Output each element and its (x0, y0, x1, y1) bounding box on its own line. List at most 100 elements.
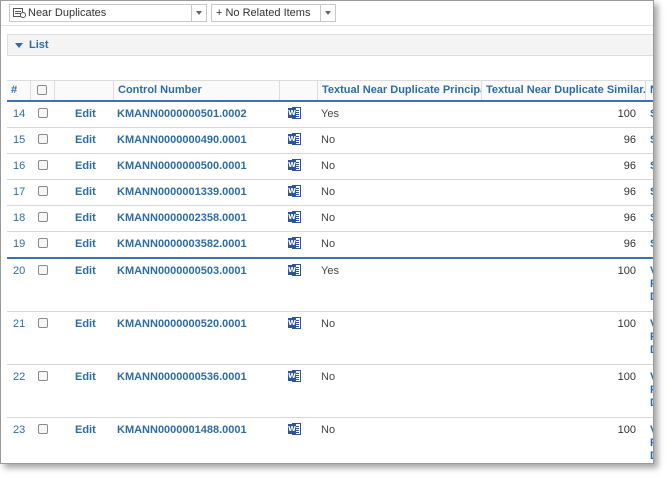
truncated-cell-fragment: D (650, 397, 653, 409)
row-checkbox[interactable] (38, 160, 48, 170)
control-number-link[interactable]: KMANN0000001488.0001 (117, 424, 247, 436)
edit-link[interactable]: Edit (75, 318, 96, 330)
column-header-more[interactable]: N (645, 81, 653, 100)
control-number-link[interactable]: KMANN0000000500.0001 (117, 160, 247, 172)
word-doc-icon[interactable]: W (288, 185, 301, 197)
similarity-value: 96 (623, 212, 636, 224)
word-doc-icon[interactable]: W (288, 264, 301, 276)
principal-value: No (321, 424, 336, 436)
truncated-cell[interactable]: S (650, 134, 653, 146)
view-select-value: Near Duplicates (28, 7, 107, 19)
chevron-down-icon[interactable] (191, 5, 206, 21)
truncated-cell-fragment: F (650, 278, 653, 290)
truncated-cell[interactable]: S (650, 212, 653, 224)
edit-link[interactable]: Edit (75, 212, 96, 224)
row-checkbox[interactable] (38, 108, 48, 118)
row-number: 21 (13, 318, 26, 330)
column-header-principal[interactable]: Textual Near Duplicate Principal (317, 81, 481, 100)
word-doc-icon[interactable]: W (288, 107, 301, 119)
table-row[interactable]: 15 Edit KMANN0000000490.0001 W No 96 S (7, 128, 653, 154)
edit-link[interactable]: Edit (75, 134, 96, 146)
row-checkbox[interactable] (38, 212, 48, 222)
table-row[interactable]: 23 Edit KMANN0000001488.0001 W No 100 VFD (7, 418, 653, 463)
column-header-file-icon (279, 81, 317, 100)
truncated-cell[interactable]: S (650, 160, 653, 172)
similarity-value: 100 (617, 424, 636, 436)
row-number: 19 (13, 238, 26, 250)
grid-header: # Control Number Textual Near Duplicate … (7, 80, 653, 102)
word-doc-icon[interactable]: W (288, 423, 301, 435)
word-doc-icon[interactable]: W (288, 159, 301, 171)
row-number: 17 (13, 186, 26, 198)
control-number-link[interactable]: KMANN0000000520.0001 (117, 318, 247, 330)
control-number-link[interactable]: KMANN0000000503.0001 (117, 265, 247, 277)
select-all-checkbox[interactable] (37, 85, 47, 95)
row-checkbox[interactable] (38, 371, 48, 381)
truncated-cell[interactable]: S (650, 238, 653, 250)
control-number-link[interactable]: KMANN0000001339.0001 (117, 186, 247, 198)
truncated-cell-fragment: F (650, 331, 653, 343)
row-checkbox[interactable] (38, 424, 48, 434)
word-doc-icon[interactable]: W (288, 133, 301, 145)
column-header-control-number[interactable]: Control Number (113, 81, 279, 100)
table-row[interactable]: 22 Edit KMANN0000000536.0001 W No 100 VFD (7, 365, 653, 418)
row-number: 15 (13, 134, 26, 146)
principal-value: Yes (321, 265, 339, 277)
truncated-cell[interactable]: V (650, 318, 653, 330)
toolbar: Near Duplicates + No Related Items (1, 1, 653, 26)
row-checkbox[interactable] (38, 186, 48, 196)
column-header-select[interactable] (30, 81, 54, 100)
chevron-down-icon[interactable] (320, 5, 335, 21)
truncated-cell[interactable]: S (650, 186, 653, 198)
table-row[interactable]: 17 Edit KMANN0000001339.0001 W No 96 S (7, 180, 653, 206)
truncated-cell[interactable]: S (650, 108, 653, 120)
edit-link[interactable]: Edit (75, 424, 96, 436)
row-checkbox[interactable] (38, 265, 48, 275)
table-row[interactable]: 20 Edit KMANN0000000503.0001 W Yes 100 VFD (7, 259, 653, 312)
truncated-cell[interactable]: V (650, 424, 653, 436)
control-number-link[interactable]: KMANN0000000490.0001 (117, 134, 247, 146)
word-doc-icon[interactable]: W (288, 370, 301, 382)
control-number-link[interactable]: KMANN0000003582.0001 (117, 238, 247, 250)
edit-link[interactable]: Edit (75, 265, 96, 277)
table-row[interactable]: 16 Edit KMANN0000000500.0001 W No 96 S (7, 154, 653, 180)
collapse-triangle-icon[interactable] (15, 43, 23, 48)
row-checkbox[interactable] (38, 134, 48, 144)
edit-link[interactable]: Edit (75, 371, 96, 383)
column-header-num[interactable]: # (7, 81, 30, 100)
table-row[interactable]: 21 Edit KMANN0000000520.0001 W No 100 VFD (7, 312, 653, 365)
truncated-cell-fragment: F (650, 437, 653, 449)
word-doc-icon[interactable]: W (288, 317, 301, 329)
control-number-link[interactable]: KMANN0000000536.0001 (117, 371, 247, 383)
principal-value: No (321, 238, 336, 250)
truncated-cell-fragment: D (650, 450, 653, 462)
truncated-cell[interactable]: V (650, 371, 653, 383)
list-section-header[interactable]: List (7, 34, 653, 56)
word-doc-icon[interactable]: W (288, 237, 301, 249)
similarity-value: 96 (623, 160, 636, 172)
edit-link[interactable]: Edit (75, 160, 96, 172)
truncated-cell[interactable]: V (650, 265, 653, 277)
row-number: 23 (13, 424, 26, 436)
results-grid: # Control Number Textual Near Duplicate … (7, 80, 653, 463)
principal-value: No (321, 212, 336, 224)
grid-body: 14 Edit KMANN0000000501.0002 W Yes 100 S 15 Edit… (7, 102, 653, 463)
column-header-similarity[interactable]: Textual Near Duplicate Similar... (481, 81, 645, 100)
edit-link[interactable]: Edit (75, 186, 96, 198)
row-checkbox[interactable] (38, 318, 48, 328)
table-row[interactable]: 14 Edit KMANN0000000501.0002 W Yes 100 S (7, 102, 653, 128)
table-row[interactable]: 19 Edit KMANN0000003582.0001 W No 96 S (7, 232, 653, 259)
related-items-select[interactable]: + No Related Items (211, 4, 336, 22)
row-checkbox[interactable] (38, 238, 48, 248)
table-row[interactable]: 18 Edit KMANN0000002358.0001 W No 96 S (7, 206, 653, 232)
row-number: 22 (13, 371, 26, 383)
edit-link[interactable]: Edit (75, 238, 96, 250)
similarity-value: 100 (617, 371, 636, 383)
truncated-cell-fragment: D (650, 291, 653, 303)
control-number-link[interactable]: KMANN0000002358.0001 (117, 212, 247, 224)
view-select[interactable]: Near Duplicates (9, 4, 207, 22)
control-number-link[interactable]: KMANN0000000501.0002 (117, 108, 247, 120)
edit-link[interactable]: Edit (75, 108, 96, 120)
similarity-value: 100 (617, 318, 636, 330)
word-doc-icon[interactable]: W (288, 211, 301, 223)
